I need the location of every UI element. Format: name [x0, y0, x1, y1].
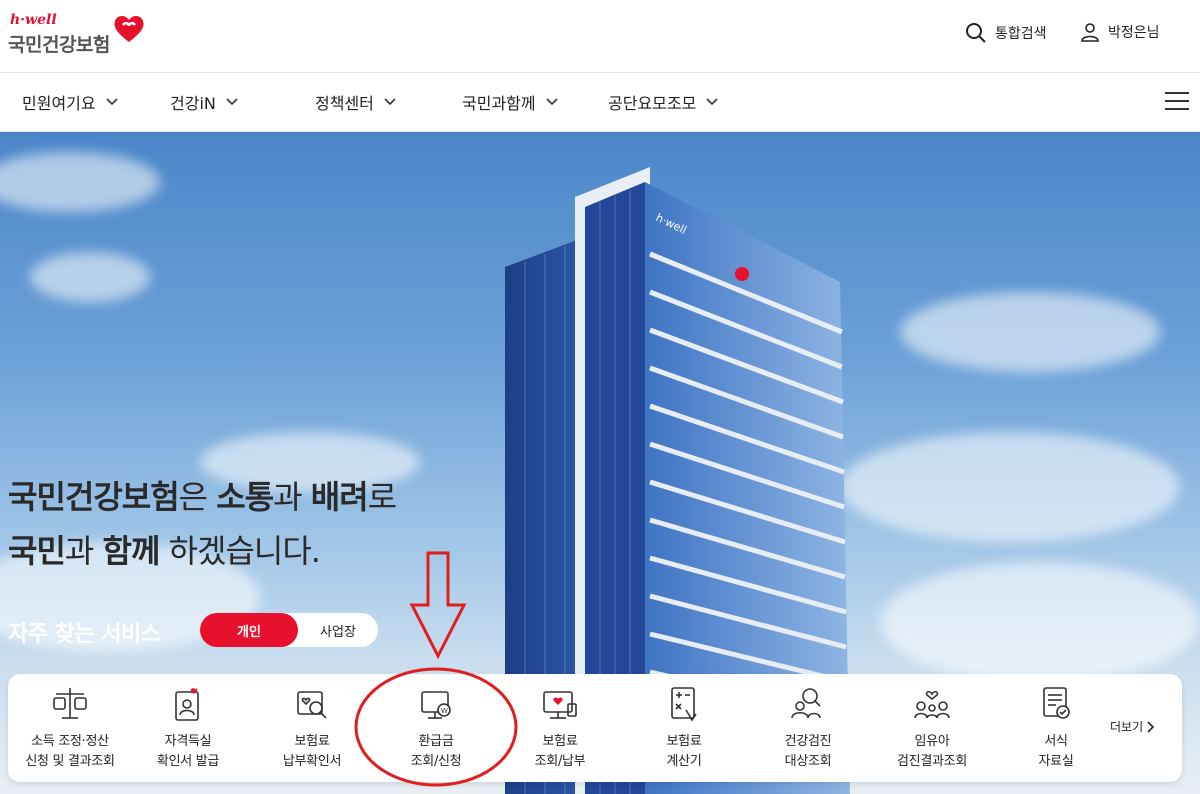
header: h·well 국민건강보험 통합검색 박정은님 [0, 0, 1200, 72]
logo-name: 국민건강보험 [8, 34, 110, 56]
favorites-title: 자주 찾는 서비스 [8, 622, 161, 647]
hero-headline: 국민건강보험은 소통과 배려로 국민과 함께 하겠습니다. [8, 470, 397, 578]
cloud [840, 432, 1180, 542]
calculator-icon [671, 687, 697, 722]
toggle-business[interactable]: 사업장 [298, 613, 378, 647]
nav-label: 민원여기요 [22, 94, 96, 113]
payment-monitor-icon [543, 691, 577, 719]
logo[interactable]: h·well 국민건강보험 [8, 12, 148, 62]
nav-label: 국민과함께 [462, 94, 536, 113]
chevron-down-icon [546, 98, 558, 106]
form-document-icon [1043, 687, 1070, 719]
service-premium-calculator[interactable]: 보험료 계산기 [622, 674, 746, 782]
user-type-toggle: 개인 사업장 [200, 613, 378, 647]
nav-label: 공단요모조모 [608, 94, 697, 113]
chevron-down-icon [106, 98, 118, 106]
cloud [900, 292, 1160, 372]
scale-icon [53, 688, 87, 719]
cloud [880, 562, 1200, 682]
people-search-icon [791, 688, 821, 719]
nav-item-about[interactable]: 공단요모조모 [608, 73, 718, 131]
headline-text: 하겠습니다. [159, 532, 321, 570]
toggle-personal[interactable]: 개인 [200, 613, 298, 647]
service-label: 서식 자료실 [1038, 734, 1074, 769]
more-services-link[interactable]: 더보기 [1110, 718, 1155, 735]
headline-text: 국민건강보험 [8, 478, 180, 516]
headline-text: 로 [367, 478, 397, 516]
user-icon [1081, 23, 1099, 42]
annotation-arrow-icon [409, 551, 467, 660]
service-qualification-cert[interactable]: 자격득실 확인서 발급 [126, 674, 250, 782]
logo-tagline: h·well [10, 12, 57, 28]
headline-text: 소통 [216, 478, 274, 516]
search-label: 통합검색 [995, 26, 1047, 42]
nav-item-policy[interactable]: 정책센터 [315, 73, 396, 131]
nav-item-civil[interactable]: 민원여기요 [22, 73, 118, 131]
main-nav: 민원여기요 건강iN 정책센터 국민과함께 공단요모조모 [0, 72, 1200, 132]
service-income-adjust[interactable]: 소득 조정·정산 신청 및 결과조회 [8, 674, 132, 782]
headline-text: 국민 [8, 532, 66, 570]
service-label: 보험료 계산기 [666, 734, 702, 769]
chevron-down-icon [384, 98, 396, 106]
cloud [30, 252, 150, 302]
chevron-down-icon [226, 98, 238, 106]
headline-text: 과 [64, 532, 103, 570]
service-label: 임유아 검진결과조회 [897, 734, 967, 769]
service-label: 보험료 조회/납부 [534, 734, 586, 769]
search-icon [966, 23, 986, 43]
more-label: 더보기 [1110, 720, 1144, 734]
service-forms-library[interactable]: 서식 자료실 [994, 674, 1118, 782]
cloud [0, 152, 160, 212]
favorite-services-bar: 소득 조정·정산 신청 및 결과조회 자격득실 확인서 발급 보험료 납부확인서… [8, 674, 1182, 782]
headline-text: 배려 [310, 478, 369, 516]
service-label: 자격득실 확인서 발급 [156, 734, 220, 769]
service-label: 건강검진 대상조회 [784, 734, 832, 769]
headline-text: 은 [178, 478, 217, 516]
annotation-circle-icon [354, 667, 518, 787]
nav-label: 건강iN [170, 94, 216, 113]
service-checkup-target[interactable]: 건강검진 대상조회 [746, 674, 870, 782]
headline-text: 함께 [102, 532, 161, 570]
id-card-icon [175, 688, 199, 721]
nav-item-together[interactable]: 국민과함께 [462, 73, 558, 131]
chevron-down-icon [706, 98, 718, 106]
chevron-right-icon [1147, 720, 1155, 733]
headline-text: 과 [273, 478, 311, 516]
user-name: 박정은님 [1108, 25, 1160, 41]
service-label: 보험료 납부확인서 [282, 734, 342, 769]
service-infant-checkup[interactable]: 임유아 검진결과조회 [870, 674, 994, 782]
search-link[interactable]: 통합검색 [965, 22, 1047, 44]
service-label: 소득 조정·정산 신청 및 결과조회 [25, 734, 115, 769]
user-link[interactable]: 박정은님 [1080, 22, 1160, 42]
nav-item-health-in[interactable]: 건강iN [170, 73, 238, 131]
family-icon [914, 690, 950, 719]
nav-label: 정책센터 [315, 94, 374, 113]
document-search-icon [297, 691, 327, 719]
menu-icon[interactable] [1165, 92, 1189, 112]
heart-logo-icon [114, 15, 144, 42]
